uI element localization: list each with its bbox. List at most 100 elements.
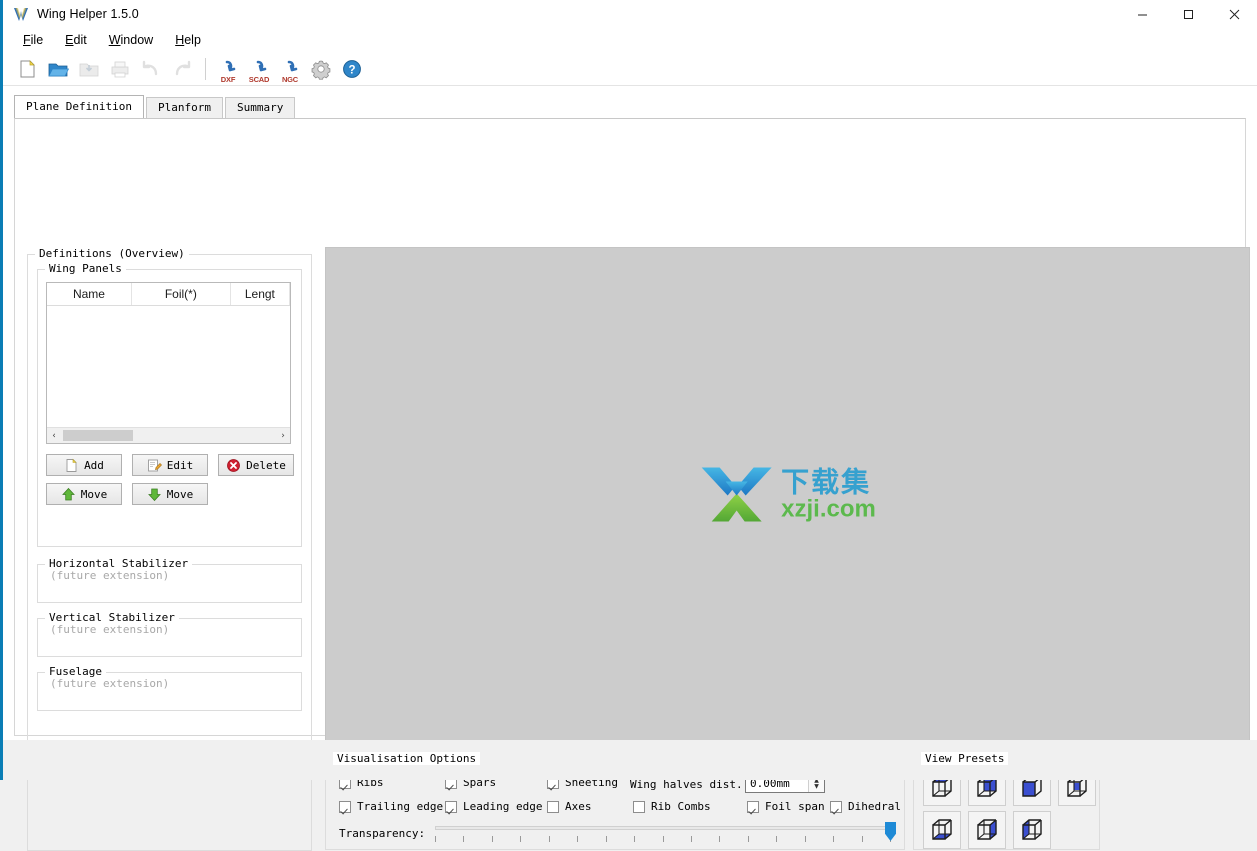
checkbox-foil-span-box[interactable] — [747, 800, 759, 813]
checkbox-dihedral-box[interactable] — [830, 800, 842, 813]
checkbox-trailing-edge-box[interactable] — [339, 800, 351, 813]
transparency-slider[interactable] — [435, 822, 896, 846]
transparency-slider-groove[interactable] — [435, 826, 891, 830]
menu-file[interactable]: File — [12, 31, 54, 49]
watermark-text: 下载集 xzji.com — [781, 465, 876, 523]
export-scad-button[interactable]: SCAD — [244, 54, 274, 84]
checkbox-rib-combs-box[interactable] — [633, 800, 645, 813]
window-accent-stripe — [0, 0, 3, 780]
watermark: 下载集 xzji.com — [699, 465, 876, 526]
checkbox-dihedral[interactable]: Dihedral — [830, 800, 901, 813]
watermark-cn: 下载集 — [781, 465, 872, 499]
new-file-button[interactable] — [12, 54, 42, 84]
table-header-row: Name Foil(*) Lengt — [47, 283, 290, 306]
arrow-up-icon — [61, 487, 76, 502]
checkbox-leading-edge-label: Leading edge — [463, 800, 543, 813]
wing-helper-logo-icon — [12, 5, 30, 23]
fuselage-group: Fuselage (future extension) — [37, 665, 302, 711]
scroll-left-arrow-icon[interactable]: ‹ — [47, 428, 61, 443]
export-ngc-button[interactable]: NGC — [275, 54, 305, 84]
window-title: Wing Helper 1.5.0 — [37, 7, 139, 21]
checkbox-trailing-edge[interactable]: Trailing edge — [339, 800, 443, 813]
checkbox-trailing-edge-label: Trailing edge — [357, 800, 444, 813]
table-body-empty[interactable] — [47, 306, 290, 423]
transparency-slider-ticks — [435, 836, 891, 842]
checkbox-leading-edge-box[interactable] — [445, 800, 457, 813]
move-down-button-label: Move — [166, 487, 194, 501]
transparency-label: Transparency: — [339, 827, 426, 840]
wing-panels-title: Wing Panels — [45, 262, 126, 275]
checkbox-axes-box[interactable] — [547, 800, 559, 813]
definitions-title: Definitions (Overview) — [35, 247, 189, 260]
menu-window[interactable]: Window — [98, 31, 164, 49]
3d-viewport[interactable]: 下载集 xzji.com — [325, 247, 1250, 744]
horizontal-stabilizer-title: Horizontal Stabilizer — [45, 557, 193, 570]
checkbox-axes-label: Axes — [565, 800, 592, 813]
menu-bar: File Edit Window Help — [3, 28, 1257, 52]
delete-button[interactable]: Delete — [218, 454, 294, 476]
maximize-button[interactable] — [1165, 0, 1211, 28]
column-header-foil[interactable]: Foil(*) — [131, 283, 231, 305]
tab-plane-definition[interactable]: Plane Definition — [14, 95, 144, 118]
open-file-button[interactable] — [43, 54, 73, 84]
tab-strip: Plane Definition Planform Summary — [14, 95, 1246, 118]
horizontal-stabilizer-body: (future extension) — [50, 569, 170, 582]
menu-help[interactable]: Help — [164, 31, 212, 49]
checkbox-foil-span[interactable]: Foil span — [747, 800, 825, 813]
export-scad-label: SCAD — [248, 74, 270, 84]
edit-button-label: Edit — [166, 458, 194, 472]
vertical-stabilizer-title: Vertical Stabilizer — [45, 611, 179, 624]
move-down-button[interactable]: Move — [132, 483, 208, 505]
new-document-icon — [64, 458, 79, 473]
toolbar: DXF SCAD NGC ? — [3, 52, 1257, 86]
view-preset-right[interactable] — [968, 811, 1006, 849]
checkbox-leading-edge[interactable]: Leading edge — [445, 800, 542, 813]
delete-button-label: Delete — [246, 458, 286, 472]
toolbar-separator — [205, 57, 206, 80]
wing-panels-table[interactable]: Name Foil(*) Lengt ‹ › — [46, 282, 291, 444]
tab-summary[interactable]: Summary — [224, 97, 296, 118]
scrollbar-track[interactable] — [61, 428, 276, 443]
help-button[interactable]: ? — [337, 54, 367, 84]
visualisation-options-title: Visualisation Options — [333, 752, 481, 765]
tab-content-plane-definition: Definitions (Overview) Wing Panels Name … — [14, 118, 1250, 851]
transparency-row: Transparency: — [339, 822, 896, 846]
vertical-stabilizer-body: (future extension) — [50, 623, 170, 636]
move-up-button[interactable]: Move — [46, 483, 122, 505]
settings-button[interactable] — [306, 54, 336, 84]
close-button[interactable] — [1211, 0, 1257, 28]
add-button-label: Add — [84, 458, 104, 472]
scrollbar-thumb[interactable] — [63, 430, 133, 441]
horizontal-stabilizer-group: Horizontal Stabilizer (future extension) — [37, 557, 302, 603]
column-header-name[interactable]: Name — [47, 283, 132, 305]
checkbox-rib-combs[interactable]: Rib Combs — [633, 800, 711, 813]
watermark-en: xzji.com — [781, 495, 876, 523]
tab-planform[interactable]: Planform — [145, 97, 223, 118]
wing-panels-group: Wing Panels Name Foil(*) Lengt ‹ › Add E… — [37, 262, 302, 547]
undo-button[interactable] — [136, 54, 166, 84]
move-up-button-label: Move — [80, 487, 108, 501]
fuselage-body: (future extension) — [50, 677, 170, 690]
stepper-down-icon[interactable]: ▼ — [814, 783, 819, 790]
application-window: Wing Helper 1.5.0 File Edit Window Help — [0, 0, 1257, 851]
checkbox-dihedral-label: Dihedral — [848, 800, 901, 813]
menu-edit[interactable]: Edit — [54, 31, 98, 49]
table-horizontal-scrollbar[interactable]: ‹ › — [47, 427, 290, 443]
save-file-button[interactable] — [74, 54, 104, 84]
print-button[interactable] — [105, 54, 135, 84]
export-ngc-label: NGC — [281, 74, 299, 84]
vertical-stabilizer-group: Vertical Stabilizer (future extension) — [37, 611, 302, 657]
checkbox-axes[interactable]: Axes — [547, 800, 592, 813]
view-preset-front[interactable] — [1013, 811, 1051, 849]
checkbox-foil-span-label: Foil span — [765, 800, 825, 813]
column-header-length[interactable]: Lengt — [230, 283, 290, 305]
minimize-button[interactable] — [1119, 0, 1165, 28]
redo-button[interactable] — [167, 54, 197, 84]
add-button[interactable]: Add — [46, 454, 122, 476]
export-dxf-button[interactable]: DXF — [213, 54, 243, 84]
edit-button[interactable]: Edit — [132, 454, 208, 476]
view-preset-bottom[interactable] — [923, 811, 961, 849]
scroll-right-arrow-icon[interactable]: › — [276, 428, 290, 443]
fuselage-title: Fuselage — [45, 665, 106, 678]
view-presets-grid — [923, 768, 1098, 849]
